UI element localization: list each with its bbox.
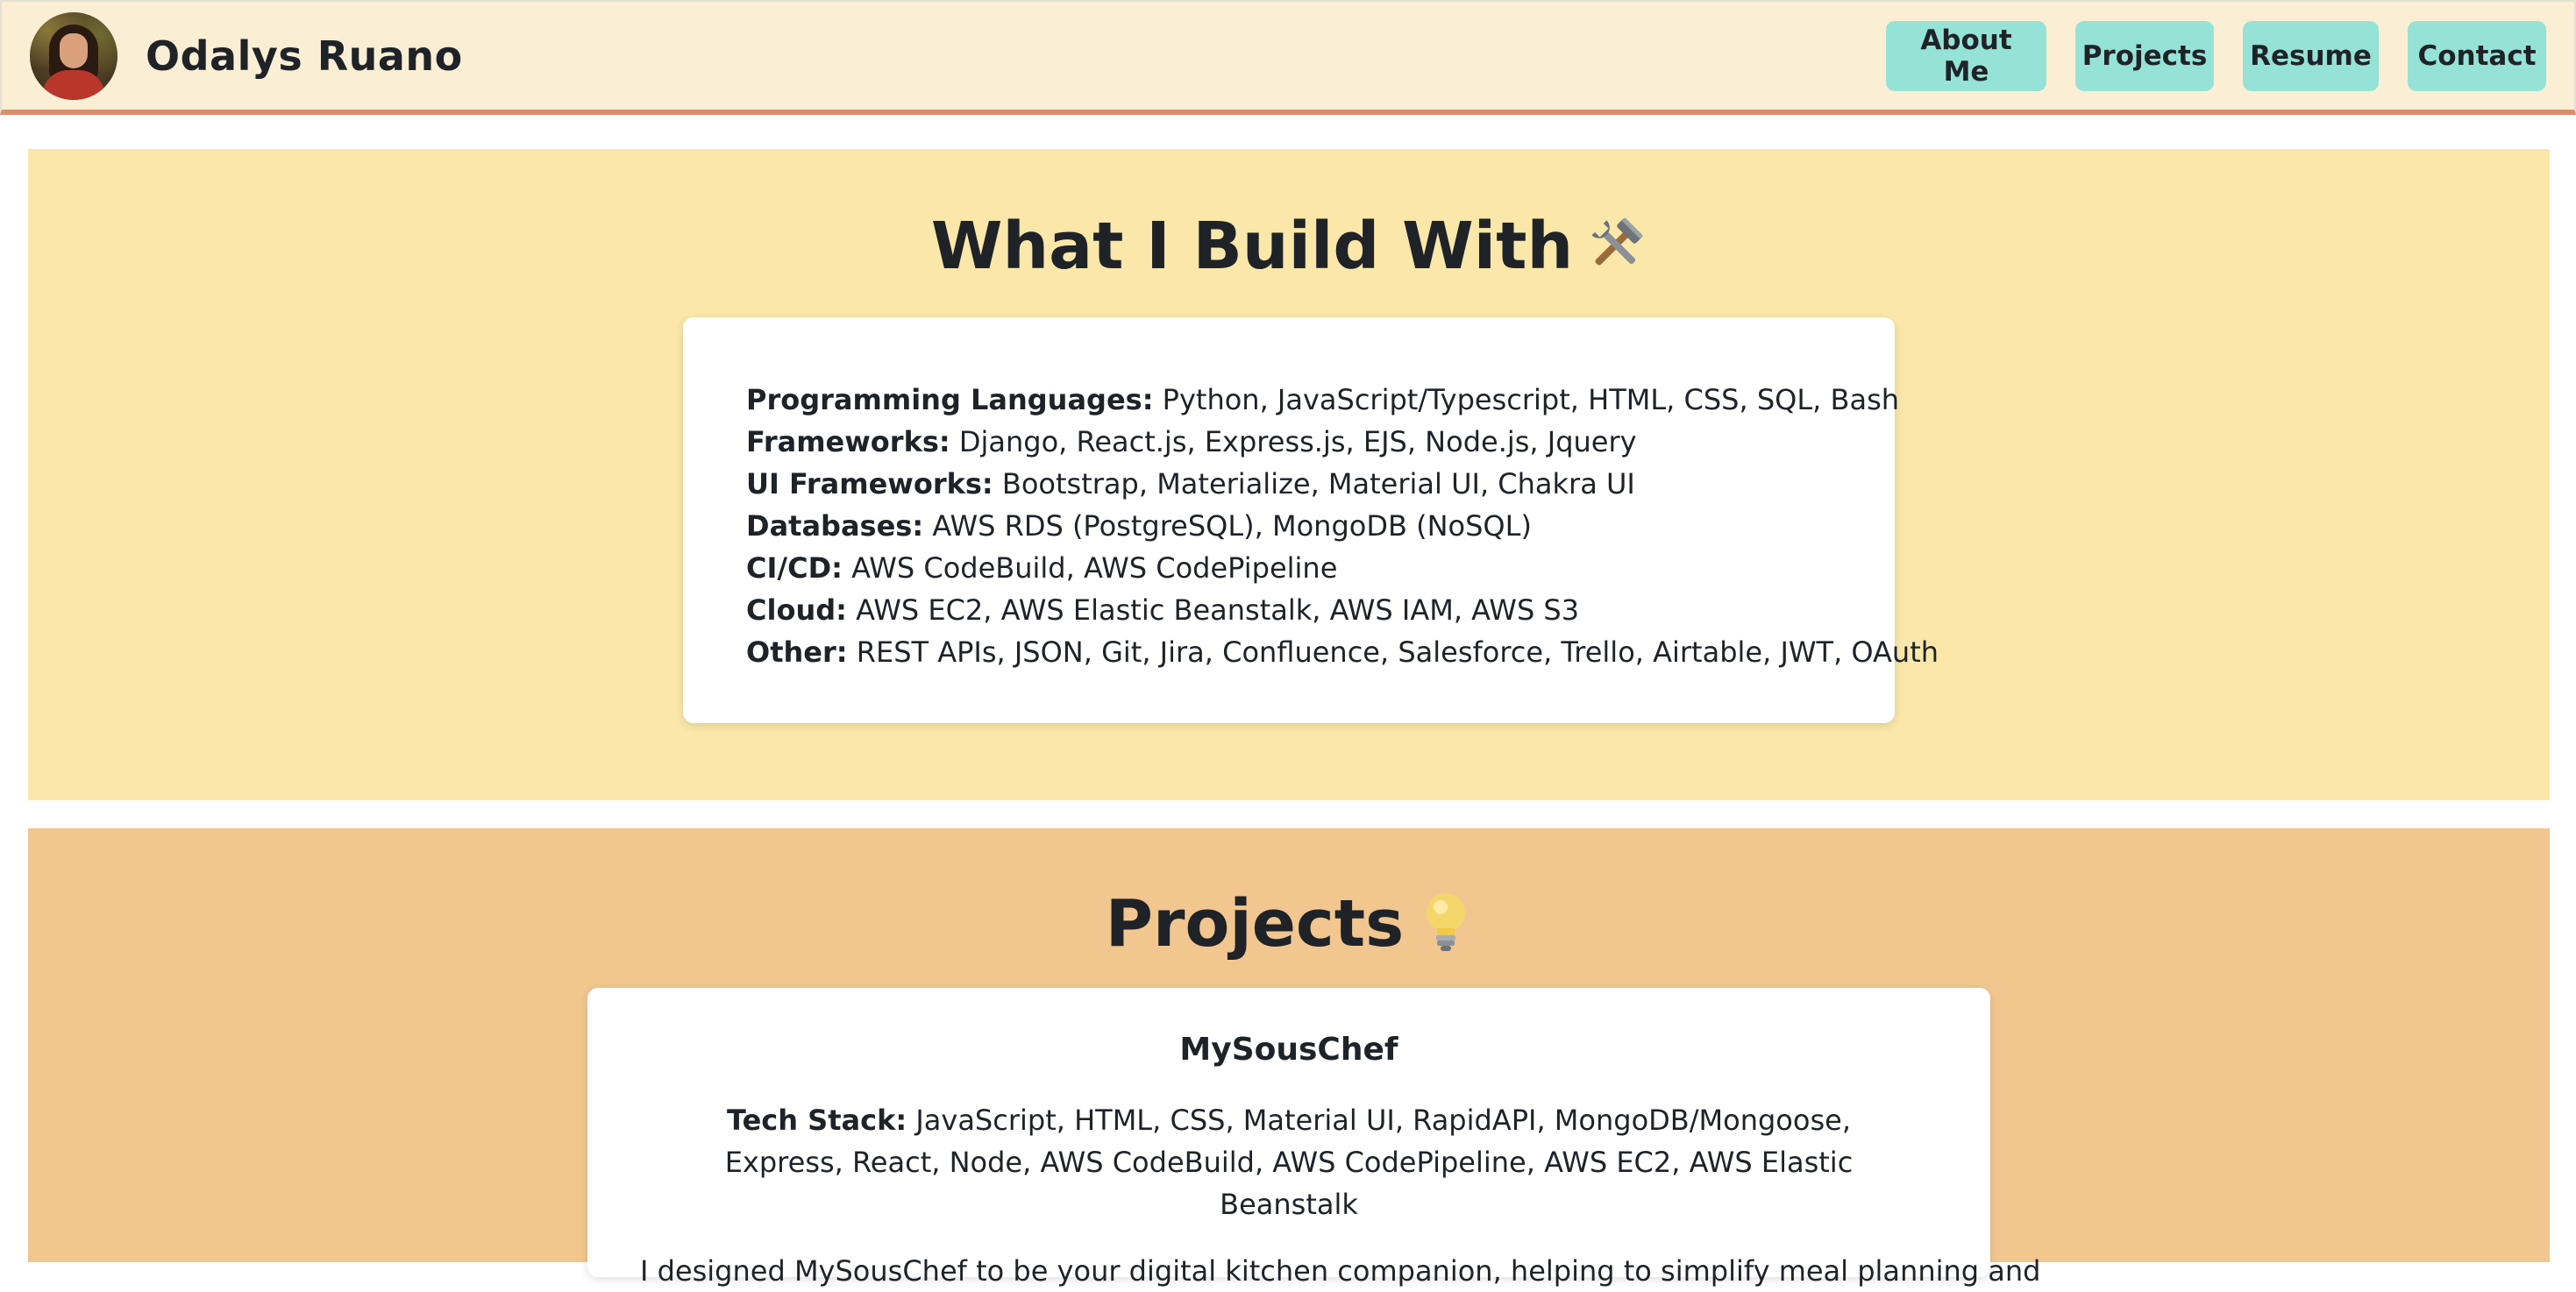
skill-value: Python, JavaScript/Typescript, HTML, CSS… [1153, 383, 1900, 416]
skill-value: AWS RDS (PostgreSQL), MongoDB (NoSQL) [923, 509, 1532, 543]
nav-contact-button[interactable]: Contact [2408, 20, 2546, 91]
skill-value: AWS CodeBuild, AWS CodePipeline [842, 551, 1338, 585]
hammer-and-wrench-icon [1591, 217, 1643, 266]
skill-row-cloud: Cloud: AWS EC2, AWS Elastic Beanstalk, A… [746, 589, 1832, 631]
skills-section: What I Build With Programming Languages:… [28, 149, 2550, 800]
skill-value: Bootstrap, Materialize, Material UI, Cha… [993, 467, 1635, 500]
tech-stack-label: Tech Stack: [727, 1104, 907, 1137]
project-description: I designed MySousChef to be your digital… [640, 1254, 2041, 1288]
skill-row-databases: Databases: AWS RDS (PostgreSQL), MongoDB… [746, 505, 1832, 547]
light-bulb-icon [1427, 893, 1466, 951]
skill-value: Django, React.js, Express.js, EJS, Node.… [950, 425, 1637, 458]
skill-row-other: Other: REST APIs, JSON, Git, Jira, Confl… [746, 631, 1939, 673]
nav-projects-button[interactable]: Projects [2075, 20, 2214, 91]
site-header: Odalys Ruano About Me Projects Resume Co… [0, 0, 2576, 115]
skill-label: CI/CD: [746, 551, 843, 585]
skill-label: Other: [746, 635, 848, 669]
projects-heading: Projects [28, 886, 2550, 962]
nav-resume-button[interactable]: Resume [2243, 20, 2379, 91]
skill-row-programming-languages: Programming Languages: Python, JavaScrip… [746, 379, 1899, 421]
site-title: Odalys Ruano [146, 32, 463, 80]
skill-row-ci-cd: CI/CD: AWS CodeBuild, AWS CodePipeline [746, 547, 1832, 589]
projects-section: Projects MySousChef Tech Stack: JavaScri… [28, 828, 2550, 1288]
skill-value: AWS EC2, AWS Elastic Beanstalk, AWS IAM,… [846, 593, 1580, 627]
skills-card: Programming Languages: Python, JavaScrip… [683, 317, 1939, 723]
project-tech-stack: Tech Stack: JavaScript, HTML, CSS, Mater… [640, 1099, 1938, 1225]
project-name: MySousChef [1179, 1032, 1398, 1068]
skill-row-ui-frameworks: UI Frameworks: Bootstrap, Materialize, M… [746, 463, 1832, 505]
skills-title-text: What I Build With [930, 209, 1574, 284]
nav-about-me-button[interactable]: About Me [1886, 20, 2046, 91]
main-nav: About Me Projects Resume Contact [1886, 20, 2546, 91]
project-card-mysouschef: MySousChef Tech Stack: JavaScript, HTML,… [587, 988, 2040, 1288]
skill-label: Programming Languages: [746, 383, 1154, 416]
projects-title-text: Projects [1105, 886, 1405, 962]
skill-label: Frameworks: [746, 425, 950, 458]
avatar [30, 11, 117, 100]
skill-label: UI Frameworks: [746, 467, 993, 500]
skill-value: REST APIs, JSON, Git, Jira, Confluence, … [847, 635, 1939, 669]
skill-label: Cloud: [746, 593, 847, 627]
skill-label: Databases: [746, 509, 924, 543]
skills-heading: What I Build With [28, 209, 2550, 284]
skill-row-frameworks: Frameworks: Django, React.js, Express.js… [746, 421, 1832, 463]
